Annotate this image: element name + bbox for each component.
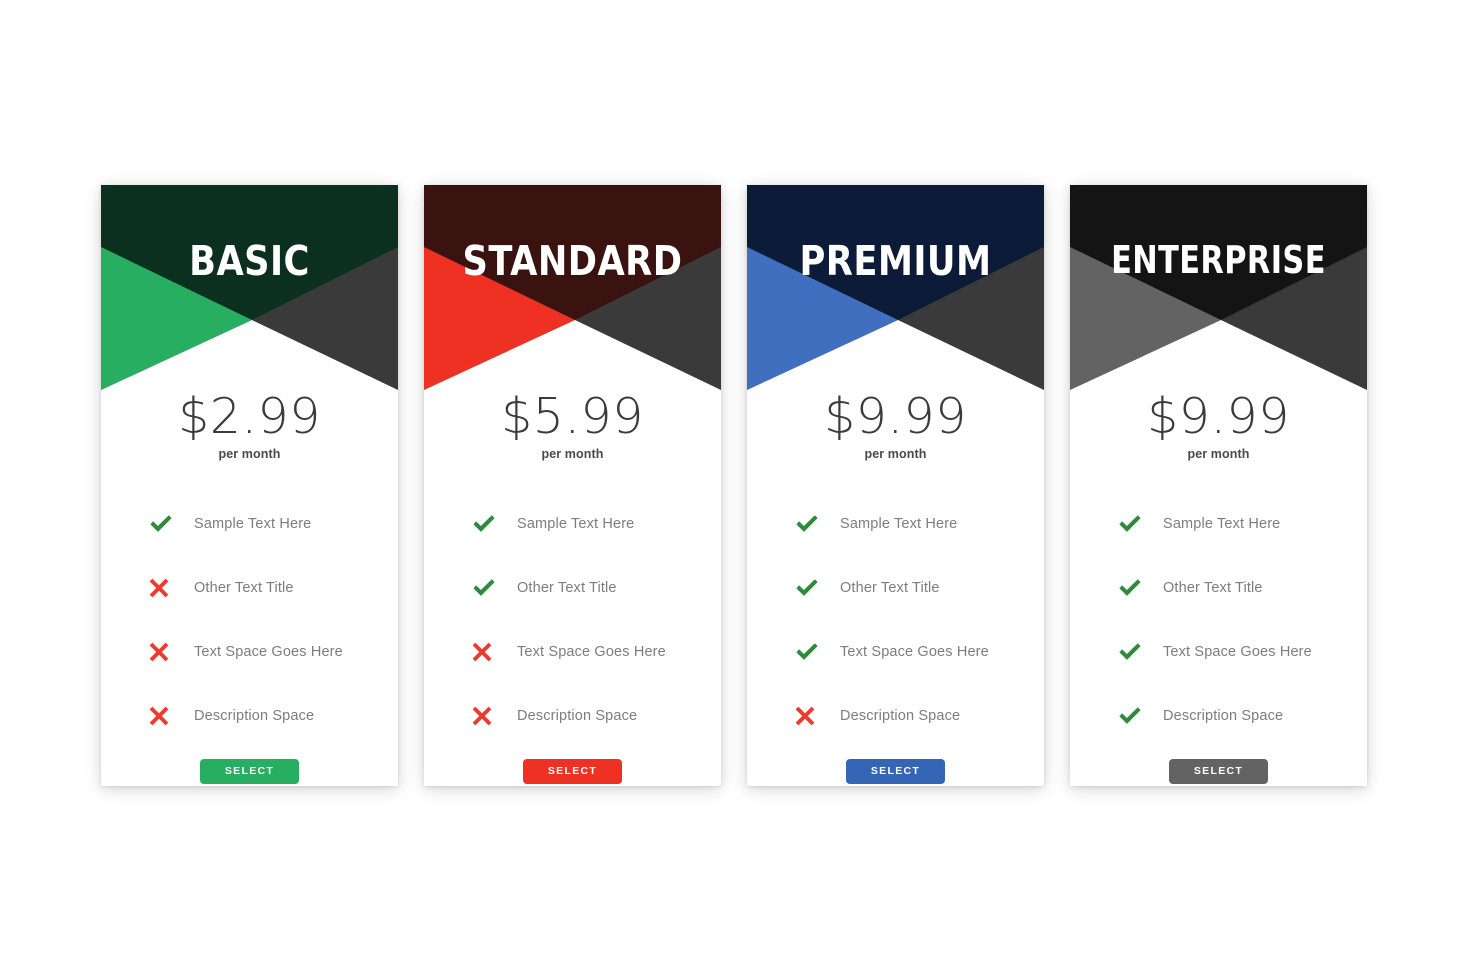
select-button-standard[interactable]: SELECT — [523, 758, 622, 784]
card-header-premium: PREMIUM — [747, 185, 1044, 390]
feature-row: Text Space Goes Here — [101, 620, 398, 684]
cross-icon — [471, 705, 501, 727]
feature-row: Text Space Goes Here — [424, 620, 721, 684]
per-month-label-enterprise: per month — [1187, 446, 1250, 461]
select-button-wrap-enterprise: SELECT — [1070, 758, 1367, 784]
feature-label: Other Text Title — [194, 579, 294, 596]
pricing-cards-row: BASIC $2.99 per month Sample Text Here Other… — [101, 185, 1371, 786]
plan-title-standard: STANDARD — [462, 237, 683, 285]
plan-title-enterprise: ENTERPRISE — [1111, 238, 1326, 282]
feature-row: Other Text Title — [101, 556, 398, 620]
feature-row: Other Text Title — [1070, 556, 1367, 620]
feature-list-standard: Sample Text Here Other Text Title Text Spa… — [424, 492, 721, 748]
plan-price-enterprise: $9.99 — [1147, 388, 1290, 445]
feature-label: Text Space Goes Here — [517, 643, 666, 660]
cross-icon — [794, 705, 824, 727]
price-block-standard: $5.99 per month — [424, 388, 721, 461]
feature-label: Description Space — [517, 707, 638, 724]
feature-label: Other Text Title — [1163, 579, 1263, 596]
plan-title-basic: BASIC — [189, 237, 310, 285]
feature-row: Text Space Goes Here — [1070, 620, 1367, 684]
select-button-premium[interactable]: SELECT — [846, 758, 945, 784]
feature-label: Description Space — [840, 707, 961, 724]
pricing-card-premium: PREMIUM $9.99 per month Sample Text Here Oth… — [747, 185, 1044, 786]
plan-title-premium: PREMIUM — [799, 237, 992, 285]
check-icon — [1117, 641, 1147, 663]
select-button-basic[interactable]: SELECT — [200, 758, 299, 784]
select-button-wrap-premium: SELECT — [747, 758, 1044, 784]
feature-label: Sample Text Here — [840, 515, 958, 532]
per-month-label-standard: per month — [541, 446, 604, 461]
feature-row: Text Space Goes Here — [747, 620, 1044, 684]
check-icon — [1117, 705, 1147, 727]
feature-row: Sample Text Here — [424, 492, 721, 556]
plan-price-basic: $2.99 — [178, 388, 321, 445]
feature-list-premium: Sample Text Here Other Text Title Text Spa… — [747, 492, 1044, 748]
feature-row: Description Space — [747, 684, 1044, 748]
check-icon — [794, 513, 824, 535]
cross-icon — [471, 641, 501, 663]
feature-label: Sample Text Here — [1163, 515, 1281, 532]
pricing-card-standard: STANDARD $5.99 per month Sample Text Here Ot… — [424, 185, 721, 786]
check-icon — [471, 577, 501, 599]
plan-price-premium: $9.99 — [824, 388, 967, 445]
feature-row: Description Space — [101, 684, 398, 748]
price-block-enterprise: $9.99 per month — [1070, 388, 1367, 461]
card-header-enterprise: ENTERPRISE — [1070, 185, 1367, 390]
feature-list-basic: Sample Text Here Other Text Title Text Spa… — [101, 492, 398, 748]
feature-label: Sample Text Here — [194, 515, 312, 532]
check-icon — [794, 577, 824, 599]
cross-icon — [148, 641, 178, 663]
price-block-premium: $9.99 per month — [747, 388, 1044, 461]
plan-price-standard: $5.99 — [501, 388, 644, 445]
feature-row: Other Text Title — [747, 556, 1044, 620]
feature-row: Sample Text Here — [101, 492, 398, 556]
per-month-label-basic: per month — [218, 446, 281, 461]
check-icon — [471, 513, 501, 535]
select-button-enterprise[interactable]: SELECT — [1169, 758, 1268, 784]
feature-label: Sample Text Here — [517, 515, 635, 532]
select-button-wrap-basic: SELECT — [101, 758, 398, 784]
check-icon — [794, 641, 824, 663]
check-icon — [148, 513, 178, 535]
feature-label: Description Space — [194, 707, 315, 724]
select-button-wrap-standard: SELECT — [424, 758, 721, 784]
feature-label: Text Space Goes Here — [194, 643, 343, 660]
pricing-card-enterprise: ENTERPRISE $9.99 per month Sample Text Here… — [1070, 185, 1367, 786]
feature-row: Other Text Title — [424, 556, 721, 620]
feature-row: Sample Text Here — [747, 492, 1044, 556]
feature-label: Other Text Title — [840, 579, 940, 596]
cross-icon — [148, 705, 178, 727]
feature-label: Text Space Goes Here — [840, 643, 989, 660]
pricing-page: BASIC $2.99 per month Sample Text Here Other… — [0, 0, 1470, 980]
card-header-basic: BASIC — [101, 185, 398, 390]
card-header-standard: STANDARD — [424, 185, 721, 390]
pricing-card-basic: BASIC $2.99 per month Sample Text Here Other… — [101, 185, 398, 786]
check-icon — [1117, 577, 1147, 599]
feature-row: Sample Text Here — [1070, 492, 1367, 556]
per-month-label-premium: per month — [864, 446, 927, 461]
feature-label: Other Text Title — [517, 579, 617, 596]
feature-row: Description Space — [424, 684, 721, 748]
feature-label: Description Space — [1163, 707, 1284, 724]
check-icon — [1117, 513, 1147, 535]
feature-list-enterprise: Sample Text Here Other Text Title Text Spa… — [1070, 492, 1367, 748]
cross-icon — [148, 577, 178, 599]
price-block-basic: $2.99 per month — [101, 388, 398, 461]
feature-row: Description Space — [1070, 684, 1367, 748]
feature-label: Text Space Goes Here — [1163, 643, 1312, 660]
